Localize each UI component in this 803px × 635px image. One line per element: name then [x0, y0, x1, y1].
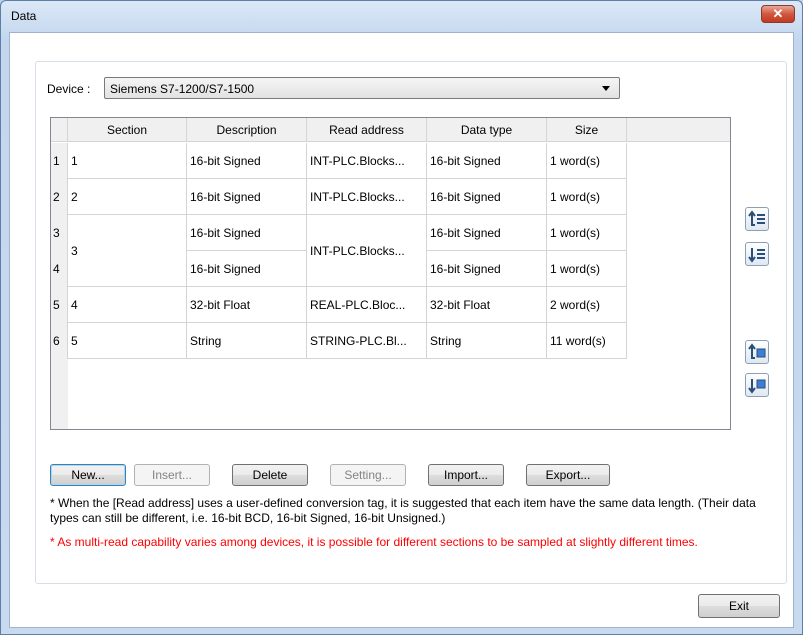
window-title: Data	[11, 9, 37, 23]
data-groupbox: Device : Siemens S7-1200/S7-1500 Section…	[35, 61, 787, 584]
cell-section[interactable]: 5	[68, 323, 187, 359]
move-row-down-icon[interactable]	[745, 242, 769, 266]
cell-size[interactable]: 2 word(s)	[547, 287, 627, 323]
cell-read-address[interactable]: INT-PLC.Blocks...	[307, 179, 427, 215]
column-header-filler	[627, 118, 730, 142]
move-section-down-icon[interactable]	[745, 373, 769, 397]
close-button[interactable]: ✕	[761, 5, 795, 23]
column-header-description[interactable]: Description	[187, 118, 307, 142]
sections-grid[interactable]: Section Description Read address Data ty…	[50, 117, 731, 430]
cell-section[interactable]: 4	[68, 287, 187, 323]
cell-data-type[interactable]: String	[427, 323, 547, 359]
conversion-tag-note: * When the [Read address] uses a user-de…	[50, 496, 756, 525]
row-number[interactable]: 6	[51, 323, 68, 359]
row-number[interactable]: 5	[51, 287, 68, 323]
cell-read-address[interactable]: STRING-PLC.Bl...	[307, 323, 427, 359]
new-button[interactable]: New...	[50, 464, 126, 486]
device-value: Siemens S7-1200/S7-1500	[110, 82, 255, 96]
cell-read-address-merged[interactable]: INT-PLC.Blocks...	[307, 215, 427, 287]
cell-size[interactable]: 1 word(s)	[547, 251, 627, 287]
cell-data-type[interactable]: 16-bit Signed	[427, 143, 547, 179]
cell-description[interactable]: 16-bit Signed	[187, 215, 307, 251]
cell-size[interactable]: 1 word(s)	[547, 215, 627, 251]
column-header-data-type[interactable]: Data type	[427, 118, 547, 142]
row-number[interactable]: 2	[51, 179, 68, 215]
data-dialog: Data ✕ Device : Siemens S7-1200/S7-1500 …	[0, 0, 803, 635]
row-header-filler	[51, 359, 68, 429]
column-header-read-address[interactable]: Read address	[307, 118, 427, 142]
cell-size[interactable]: 1 word(s)	[547, 143, 627, 179]
cell-section[interactable]: 2	[68, 179, 187, 215]
setting-button[interactable]: Setting...	[330, 464, 406, 486]
chevron-down-icon[interactable]	[602, 86, 610, 91]
insert-button[interactable]: Insert...	[134, 464, 210, 486]
column-header-size[interactable]: Size	[547, 118, 627, 142]
export-button[interactable]: Export...	[526, 464, 610, 486]
device-dropdown[interactable]: Siemens S7-1200/S7-1500	[104, 77, 620, 99]
dialog-body: Device : Siemens S7-1200/S7-1500 Section…	[9, 32, 794, 628]
move-row-up-icon[interactable]	[745, 207, 769, 231]
multi-read-warning: * As multi-read capability varies among …	[50, 535, 698, 549]
cell-section[interactable]: 1	[68, 143, 187, 179]
cell-description[interactable]: 32-bit Float	[187, 287, 307, 323]
row-number[interactable]: 4	[51, 251, 68, 287]
grid-corner-cell	[51, 118, 68, 142]
cell-description[interactable]: 16-bit Signed	[187, 143, 307, 179]
row-number[interactable]: 1	[51, 143, 68, 179]
cell-section-merged[interactable]: 3	[68, 215, 187, 287]
cell-description[interactable]: String	[187, 323, 307, 359]
row-number[interactable]: 3	[51, 215, 68, 251]
cell-read-address[interactable]: REAL-PLC.Bloc...	[307, 287, 427, 323]
cell-data-type[interactable]: 16-bit Signed	[427, 179, 547, 215]
move-section-up-icon[interactable]	[745, 340, 769, 364]
cell-size[interactable]: 1 word(s)	[547, 179, 627, 215]
cell-data-type[interactable]: 16-bit Signed	[427, 215, 547, 251]
import-button[interactable]: Import...	[428, 464, 504, 486]
cell-description[interactable]: 16-bit Signed	[187, 251, 307, 287]
device-label: Device :	[47, 82, 91, 96]
title-bar[interactable]: Data ✕	[1, 1, 802, 31]
cell-data-type[interactable]: 32-bit Float	[427, 287, 547, 323]
exit-button[interactable]: Exit	[698, 594, 780, 618]
cell-data-type[interactable]: 16-bit Signed	[427, 251, 547, 287]
cell-read-address[interactable]: INT-PLC.Blocks...	[307, 143, 427, 179]
delete-button[interactable]: Delete	[232, 464, 308, 486]
column-header-section[interactable]: Section	[68, 118, 187, 142]
cell-description[interactable]: 16-bit Signed	[187, 179, 307, 215]
cell-size[interactable]: 11 word(s)	[547, 323, 627, 359]
